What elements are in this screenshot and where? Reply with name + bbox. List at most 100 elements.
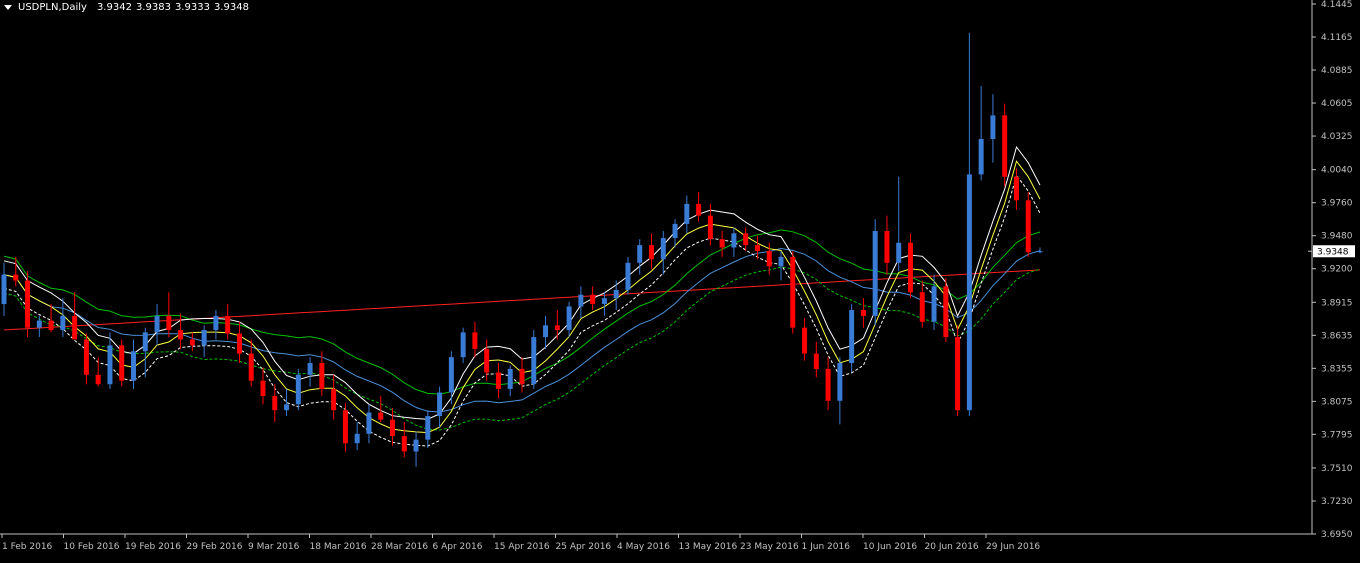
candle-body [484, 348, 490, 373]
candle-body [696, 203, 702, 216]
candle-body [437, 392, 443, 417]
candle-body [13, 274, 19, 281]
candle-body [401, 436, 407, 452]
x-tick-label: 10 Feb 2016 [64, 542, 120, 552]
close-value: 3.9348 [213, 2, 249, 13]
candle-body [142, 332, 148, 352]
x-tick-label: 1 Feb 2016 [2, 542, 53, 552]
candle-body [260, 380, 266, 397]
x-tick-label: 6 Apr 2016 [433, 542, 483, 552]
candle-body [955, 337, 961, 411]
y-tick-label: 3.9480 [1321, 232, 1353, 242]
candle-body [943, 286, 949, 338]
candle-body [554, 325, 560, 331]
candle-body [731, 233, 737, 248]
candle-body [790, 256, 796, 328]
candle-body [931, 286, 937, 322]
x-tick-label: 10 Jun 2016 [863, 542, 917, 552]
candle-body [354, 433, 360, 444]
candle-body [978, 139, 984, 175]
symbol-label: USDPLN,Daily [18, 2, 87, 13]
candle-body [966, 174, 972, 411]
y-tick-label: 3.9200 [1321, 265, 1353, 275]
candle-body [72, 315, 78, 340]
y-tick-label: 4.0605 [1321, 99, 1353, 109]
candle-body [225, 315, 231, 334]
y-tick-label: 4.0885 [1321, 66, 1353, 76]
y-tick-label: 4.1445 [1321, 0, 1353, 10]
candle-body [719, 239, 725, 248]
candle-body [872, 230, 878, 316]
candle-body [319, 363, 325, 389]
candle-body [378, 412, 384, 420]
y-tick-label: 3.8075 [1321, 397, 1353, 407]
x-tick-label: 19 Feb 2016 [125, 542, 181, 552]
candle-body [448, 357, 454, 393]
candle-body [990, 115, 996, 140]
y-tick-label: 3.8635 [1321, 331, 1353, 341]
candle-body [908, 242, 913, 293]
x-tick-label: 4 May 2016 [617, 542, 670, 552]
candle-body [25, 280, 31, 328]
candle-body [802, 327, 808, 354]
candle-body [189, 339, 195, 346]
candle-body [272, 396, 278, 411]
candle-body [601, 298, 607, 305]
candle-body [495, 372, 501, 389]
candle-body [849, 309, 855, 364]
y-tick-label: 3.7795 [1321, 430, 1353, 440]
candle-body [460, 332, 466, 358]
y-tick-label: 4.0040 [1321, 166, 1353, 176]
x-tick-label: 20 Jun 2016 [925, 542, 979, 552]
candle-body [201, 330, 207, 346]
candle-body [625, 262, 631, 290]
candle-body [48, 320, 54, 331]
current-price-label: 3.9348 [1317, 247, 1349, 257]
candle-body [860, 309, 866, 316]
candle-body [519, 368, 525, 385]
candle-body [566, 306, 572, 331]
price-chart[interactable]: USDPLN,Daily 3.9342 3.9383 3.9333 3.9348… [0, 0, 1360, 559]
candle-body [307, 363, 313, 375]
candle-body [95, 374, 101, 385]
chart-header: USDPLN,Daily 3.9342 3.9383 3.9333 3.9348 [4, 2, 249, 13]
candle-body [766, 251, 772, 267]
candle-body [248, 353, 254, 381]
candle-body [390, 419, 395, 437]
x-tick-label: 23 May 2016 [740, 542, 799, 552]
candle-body [778, 256, 784, 267]
candle-body [825, 368, 831, 401]
candle-body [472, 332, 478, 349]
x-tick-label: 13 May 2016 [679, 542, 738, 552]
x-tick-label: 18 Mar 2016 [310, 542, 367, 552]
high-value: 3.9383 [135, 2, 171, 13]
candle-body [507, 368, 513, 389]
candle-body [896, 242, 902, 263]
candle-body [919, 292, 925, 322]
candle-body [366, 412, 372, 434]
y-tick-label: 3.9760 [1321, 199, 1353, 209]
candle-body [119, 345, 125, 381]
candle-body [649, 245, 654, 260]
y-tick-label: 3.7230 [1321, 497, 1353, 507]
candle-body [413, 439, 419, 452]
candle-body [660, 238, 666, 260]
candle-body [590, 294, 596, 305]
candle-body [36, 320, 42, 328]
x-tick-label: 28 Mar 2016 [371, 542, 428, 552]
candle-body [60, 315, 66, 331]
chart-canvas[interactable]: 4.1445 4.1165 4.0885 4.0605 4.0325 4.0040 3.97… [0, 0, 1360, 559]
candle-body [178, 330, 184, 340]
y-tick-label: 4.1165 [1321, 33, 1353, 43]
x-tick-label: 29 Feb 2016 [187, 542, 243, 552]
candle-body [213, 315, 219, 331]
candle-body [531, 337, 537, 385]
y-tick-label: 4.0325 [1321, 132, 1353, 142]
candle-body [1013, 176, 1019, 201]
candle-body [613, 289, 619, 299]
dropdown-arrow-icon[interactable] [4, 5, 12, 10]
candle-body [578, 294, 584, 307]
candle-body [425, 416, 431, 440]
candle-body [284, 404, 290, 411]
y-tick-label: 3.8915 [1321, 298, 1353, 308]
